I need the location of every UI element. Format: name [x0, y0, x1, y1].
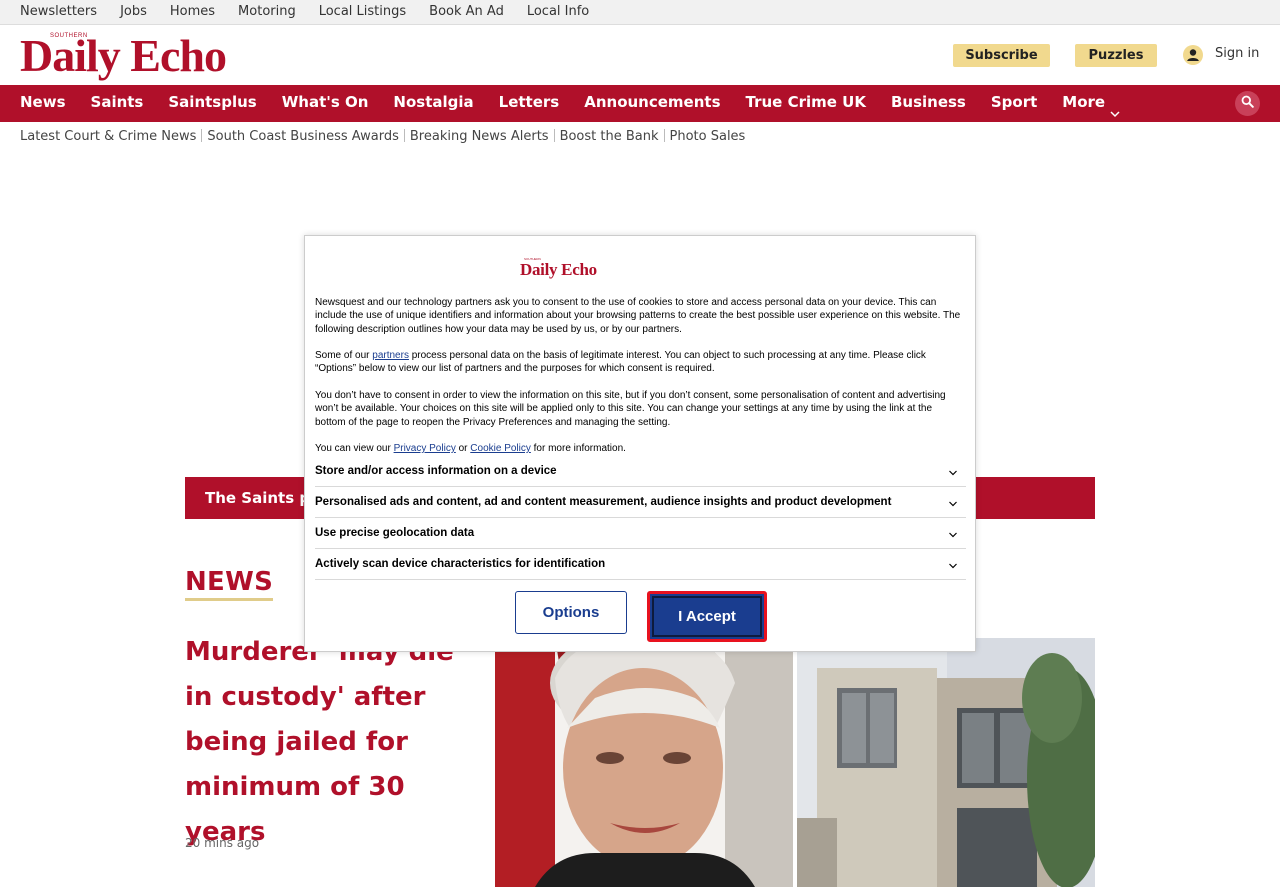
- cookie-policy-link[interactable]: Cookie Policy: [470, 443, 531, 454]
- nav-item-sport[interactable]: Sport: [991, 85, 1037, 119]
- main-nav: News Saints Saintsplus What's On Nostalg…: [0, 85, 1280, 122]
- article-photo-building[interactable]: [797, 638, 1095, 887]
- chevron-down-icon: [948, 465, 958, 476]
- purpose-row-geolocation[interactable]: Use precise geolocation data: [315, 518, 966, 549]
- consent-logo-wordmark: Daily Echo: [520, 260, 597, 279]
- chevron-down-icon: [1110, 97, 1120, 118]
- sub-nav: Latest Court & Crime News South Coast Bu…: [0, 122, 1280, 153]
- consent-paragraph-legitimate-interest: Some of our partners process personal da…: [315, 349, 965, 376]
- nav-item-announcements[interactable]: Announcements: [584, 85, 720, 119]
- article-photo-woman[interactable]: [495, 638, 793, 887]
- section-heading[interactable]: NEWS: [185, 567, 274, 601]
- article-headline[interactable]: Murderer 'may die in custody' after bein…: [185, 630, 485, 855]
- purpose-row-device-scan[interactable]: Actively scan device characteristics for…: [315, 549, 966, 580]
- consent-p2-before: Some of our: [315, 350, 373, 361]
- masthead: SOUTHERN Daily Echo Subscribe Puzzles Si…: [0, 25, 1280, 85]
- consent-logo: SOUTHERN Daily Echo: [520, 257, 612, 280]
- nav-item-saints[interactable]: Saints: [91, 85, 144, 119]
- article-timestamp: 20 mins ago: [185, 836, 260, 850]
- subnav-item-court-crime[interactable]: Latest Court & Crime News: [20, 122, 196, 152]
- utility-link-motoring[interactable]: Motoring: [238, 0, 296, 24]
- consent-paragraph-policies: You can view our Privacy Policy or Cooki…: [315, 442, 965, 455]
- site-logo[interactable]: SOUTHERN Daily Echo: [20, 33, 242, 81]
- nav-item-nostalgia[interactable]: Nostalgia: [393, 85, 473, 119]
- logo-wordmark: Daily Echo: [20, 30, 227, 81]
- nav-item-true-crime-uk[interactable]: True Crime UK: [746, 85, 866, 119]
- consent-paragraph-choice: You don’t have to consent in order to vi…: [315, 390, 946, 428]
- nav-item-business[interactable]: Business: [891, 85, 966, 119]
- consent-paragraph-intro: Newsquest and our technology partners as…: [315, 297, 961, 335]
- consent-logo-southern-text: SOUTHERN: [524, 257, 541, 261]
- nav-item-letters[interactable]: Letters: [499, 85, 560, 119]
- consent-p4-after: for more information.: [530, 443, 626, 454]
- purpose-row-personalised-ads[interactable]: Personalised ads and content, ad and con…: [315, 487, 966, 518]
- subnav-item-photo-sales[interactable]: Photo Sales: [659, 122, 746, 152]
- purpose-label: Store and/or access information on a dev…: [315, 465, 557, 477]
- privacy-policy-link[interactable]: Privacy Policy: [394, 443, 456, 454]
- chevron-down-icon: [948, 496, 958, 507]
- nav-item-whats-on[interactable]: What's On: [282, 85, 369, 119]
- accept-button[interactable]: I Accept: [647, 591, 767, 642]
- utility-link-local-listings[interactable]: Local Listings: [319, 0, 406, 24]
- nav-more-label: More: [1062, 93, 1106, 111]
- purpose-label: Actively scan device characteristics for…: [315, 558, 606, 570]
- utility-link-newsletters[interactable]: Newsletters: [20, 0, 97, 24]
- subnav-item-business-awards[interactable]: South Coast Business Awards: [196, 122, 398, 152]
- nav-item-saintsplus[interactable]: Saintsplus: [168, 85, 256, 119]
- puzzles-button[interactable]: Puzzles: [1075, 44, 1157, 67]
- purpose-label: Use precise geolocation data: [315, 527, 475, 539]
- utility-link-jobs[interactable]: Jobs: [120, 0, 147, 24]
- partners-link[interactable]: partners: [372, 350, 409, 361]
- nav-item-more[interactable]: More: [1062, 85, 1120, 119]
- chevron-down-icon: [948, 527, 958, 538]
- subnav-item-boost-the-bank[interactable]: Boost the Bank: [549, 122, 659, 152]
- utility-link-local-info[interactable]: Local Info: [527, 0, 589, 24]
- options-button[interactable]: Options: [515, 591, 627, 634]
- search-button[interactable]: [1235, 91, 1260, 116]
- sign-in-link[interactable]: Sign in: [1215, 46, 1259, 61]
- subscribe-button[interactable]: Subscribe: [953, 44, 1050, 67]
- consent-p4-mid: or: [455, 443, 471, 454]
- purpose-row-store-access[interactable]: Store and/or access information on a dev…: [315, 456, 966, 487]
- nav-item-news[interactable]: News: [20, 85, 66, 119]
- purpose-label: Personalised ads and content, ad and con…: [315, 496, 892, 508]
- utility-link-homes[interactable]: Homes: [170, 0, 215, 24]
- chevron-down-icon: [948, 558, 958, 569]
- search-icon: [1241, 95, 1254, 113]
- accept-button-label: I Accept: [652, 596, 762, 637]
- subnav-item-breaking-news[interactable]: Breaking News Alerts: [399, 122, 549, 152]
- utility-link-book-an-ad[interactable]: Book An Ad: [429, 0, 504, 24]
- user-icon[interactable]: [1183, 45, 1203, 65]
- consent-p4-before: You can view our: [315, 443, 394, 454]
- consent-dialog: SOUTHERN Daily Echo Newsquest and our te…: [304, 235, 976, 652]
- utility-bar: Newsletters Jobs Homes Motoring Local Li…: [0, 0, 1280, 25]
